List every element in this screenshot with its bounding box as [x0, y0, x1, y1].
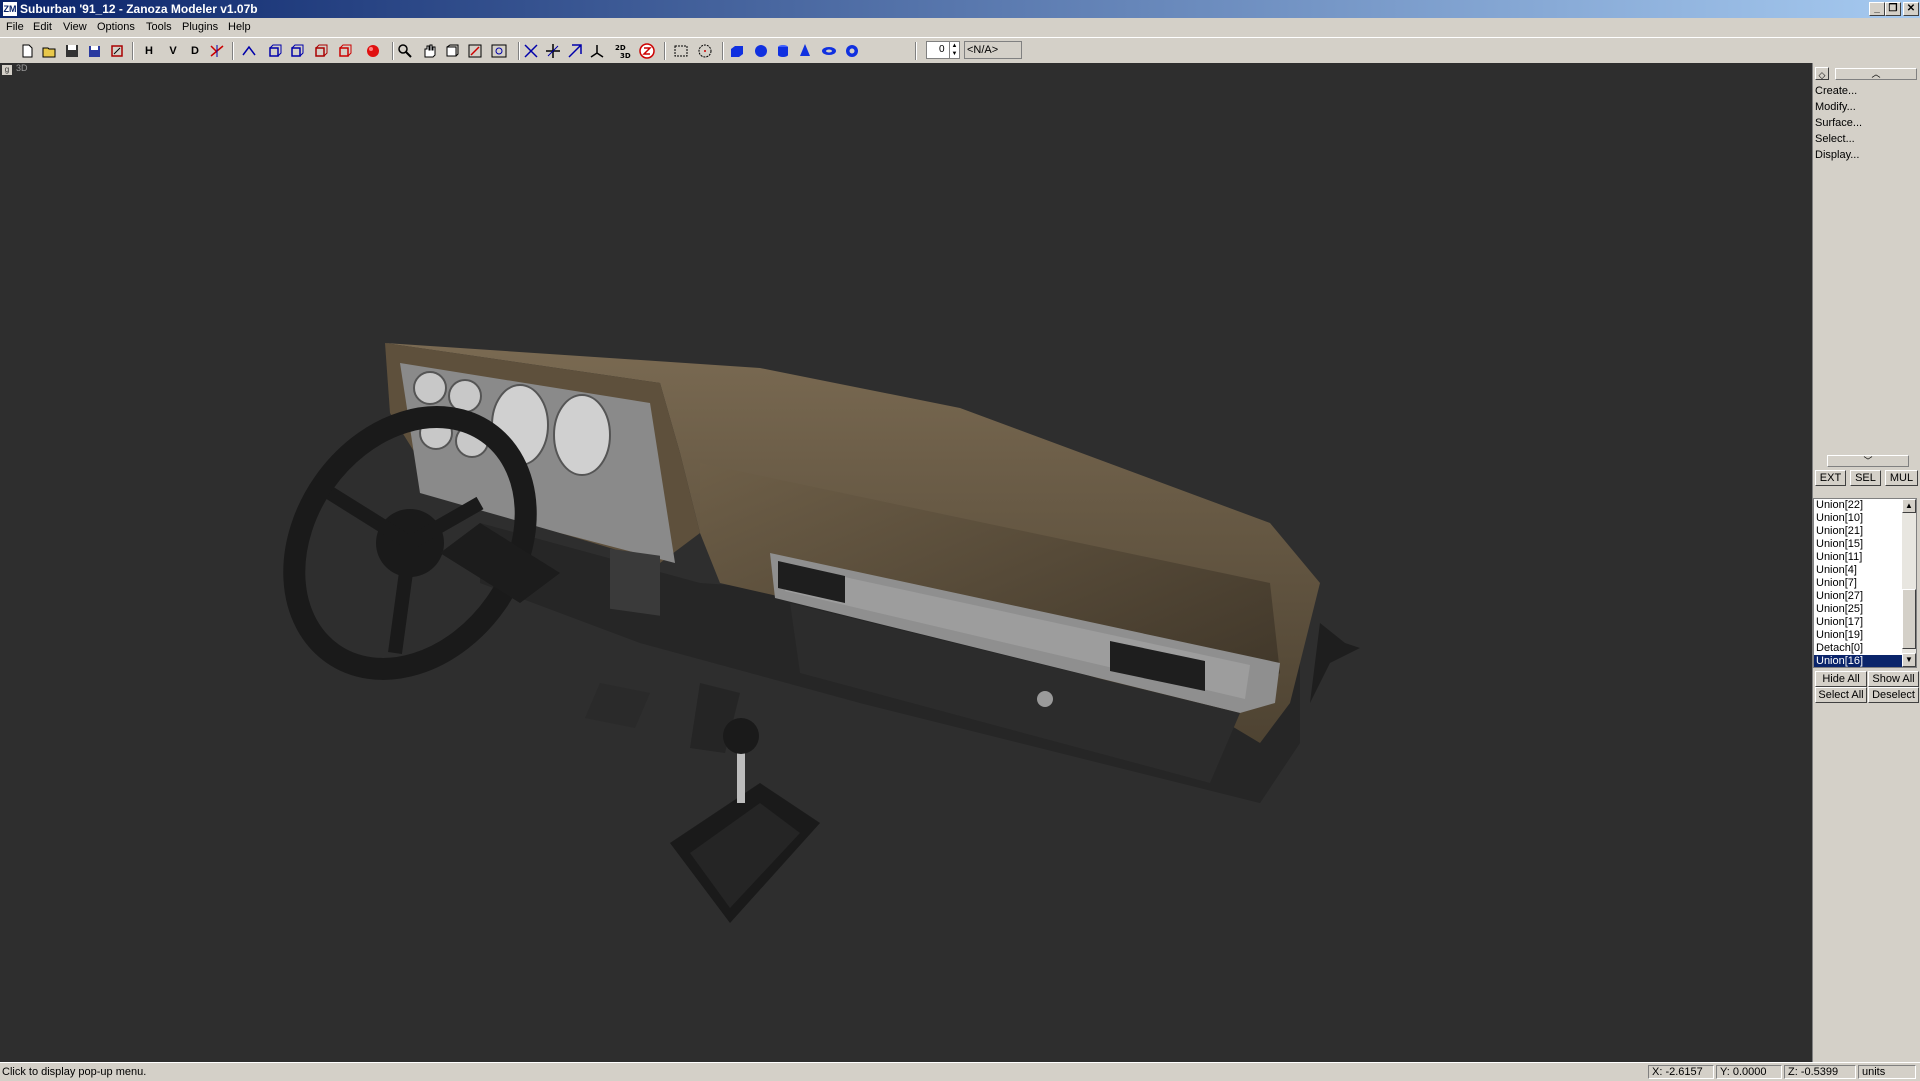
cube-side-icon[interactable]	[288, 42, 306, 60]
create-cylinder-icon[interactable]	[774, 42, 792, 60]
coord-z: Z: -0.5399	[1784, 1065, 1856, 1079]
status-message: Click to display pop-up menu.	[2, 1066, 147, 1078]
scroll-thumb[interactable]	[1902, 589, 1916, 649]
collapse-down-icon[interactable]: ﹀	[1827, 455, 1909, 467]
object-name-field[interactable]: <N/A>	[964, 41, 1022, 59]
save-as-icon[interactable]	[86, 42, 104, 60]
list-item-selected[interactable]: Union[16]	[1814, 655, 1902, 667]
dashboard-model	[283, 343, 1360, 923]
menu-bar: File Edit View Options Tools Plugins Hel…	[0, 19, 1920, 37]
select-circle-icon[interactable]	[696, 42, 714, 60]
restore-button[interactable]: ❐	[1885, 2, 1901, 16]
title-bar: ZM Suburban '91_12 - Zanoza Modeler v1.0…	[0, 0, 1920, 18]
cube-front-icon[interactable]	[266, 42, 284, 60]
show-all-button[interactable]: Show All	[1868, 671, 1919, 687]
save-icon[interactable]	[63, 42, 81, 60]
minimize-button[interactable]: _	[1869, 2, 1885, 16]
zoom-icon[interactable]	[396, 42, 414, 60]
cube-top-icon[interactable]	[312, 42, 330, 60]
create-cone-icon[interactable]	[796, 42, 814, 60]
toolbar: H V D 2D 3D	[0, 37, 1920, 65]
menu-edit[interactable]: Edit	[33, 21, 52, 33]
close-button[interactable]: ✕	[1903, 2, 1919, 16]
select-rect-icon[interactable]	[672, 42, 690, 60]
deselect-button[interactable]: Deselect	[1868, 687, 1919, 703]
list-item[interactable]: Union[25]	[1814, 603, 1902, 616]
app-icon: ZM	[3, 2, 17, 16]
scroll-up-icon[interactable]: ▲	[1902, 499, 1916, 513]
create-sphere-icon[interactable]	[752, 42, 770, 60]
3d-viewport[interactable]: g 3D	[0, 63, 1812, 1062]
zoom-extents-icon[interactable]	[466, 42, 484, 60]
list-item[interactable]: Union[19]	[1814, 629, 1902, 642]
menu-file[interactable]: File	[6, 21, 24, 33]
gear-shifter	[670, 718, 820, 923]
create-tube-icon[interactable]	[843, 42, 861, 60]
scroll-down-icon[interactable]: ▼	[1902, 653, 1916, 667]
rotate-view-icon[interactable]	[443, 42, 461, 60]
axis-lock-icon[interactable]	[208, 42, 226, 60]
menu-plugins[interactable]: Plugins	[182, 21, 218, 33]
coord-y: Y: 0.0000	[1716, 1065, 1782, 1079]
list-item[interactable]: Union[4]	[1814, 564, 1902, 577]
select-menu[interactable]: Select...	[1815, 133, 1855, 145]
mul-mode-button[interactable]: MUL	[1885, 470, 1918, 486]
pan-hand-icon[interactable]	[420, 42, 438, 60]
horizontal-mode-button[interactable]: H	[140, 42, 158, 60]
new-file-icon[interactable]	[18, 42, 36, 60]
spin-up-icon[interactable]: ▲	[949, 42, 959, 50]
viewport-label: 3D	[16, 63, 28, 73]
scale-axes-icon[interactable]	[588, 42, 606, 60]
menu-view[interactable]: View	[63, 21, 87, 33]
hide-all-button[interactable]: Hide All	[1815, 671, 1867, 687]
rotate-axes-icon[interactable]	[566, 42, 584, 60]
window-title: Suburban '91_12 - Zanoza Modeler v1.07b	[20, 2, 258, 16]
create-torus-icon[interactable]	[820, 42, 838, 60]
list-item[interactable]: Union[7]	[1814, 577, 1902, 590]
create-menu[interactable]: Create...	[1815, 85, 1857, 97]
display-menu[interactable]: Display...	[1815, 149, 1859, 161]
ext-mode-button[interactable]: EXT	[1815, 470, 1846, 486]
open-folder-icon[interactable]	[40, 42, 58, 60]
menu-tools[interactable]: Tools	[146, 21, 172, 33]
spin-down-icon[interactable]: ▼	[949, 50, 959, 58]
depth-mode-button[interactable]: D	[186, 42, 204, 60]
list-item[interactable]: Union[21]	[1814, 525, 1902, 538]
frame-spinner[interactable]: 0 ▲ ▼	[926, 41, 960, 59]
menu-help[interactable]: Help	[228, 21, 251, 33]
list-scrollbar[interactable]: ▲ ▼	[1902, 499, 1916, 667]
list-item[interactable]: Union[10]	[1814, 512, 1902, 525]
2d-3d-toggle-icon[interactable]: 2D 3D	[614, 42, 632, 60]
list-item[interactable]: Union[27]	[1814, 590, 1902, 603]
viewport-menu-icon[interactable]: g	[2, 65, 12, 75]
move-axes-icon[interactable]	[522, 42, 540, 60]
units-field: units	[1858, 1065, 1916, 1079]
select-all-button[interactable]: Select All	[1815, 687, 1867, 703]
sel-mode-button[interactable]: SEL	[1850, 470, 1881, 486]
render-sphere-icon[interactable]	[364, 42, 382, 60]
create-box-icon[interactable]	[728, 42, 746, 60]
panel-toggle-icon[interactable]: ◇	[1815, 67, 1829, 80]
svg-text:2D: 2D	[615, 44, 626, 52]
transform-icon[interactable]	[240, 42, 258, 60]
surface-menu[interactable]: Surface...	[1815, 117, 1862, 129]
object-list[interactable]: Union[22] Union[10] Union[21] Union[15] …	[1813, 498, 1917, 668]
vertical-mode-button[interactable]: V	[164, 42, 182, 60]
collapse-up-icon[interactable]: ︿	[1835, 68, 1917, 80]
zanoza-logo-icon[interactable]	[638, 42, 656, 60]
list-item[interactable]: Union[15]	[1814, 538, 1902, 551]
status-bar: Click to display pop-up menu. X: -2.6157…	[0, 1062, 1920, 1081]
svg-text:3D: 3D	[620, 52, 631, 60]
zoom-all-icon[interactable]	[490, 42, 508, 60]
modify-menu[interactable]: Modify...	[1815, 101, 1856, 113]
menu-options[interactable]: Options	[97, 21, 135, 33]
cube-perspective-icon[interactable]	[336, 42, 354, 60]
list-item[interactable]: Union[17]	[1814, 616, 1902, 629]
list-item[interactable]: Union[11]	[1814, 551, 1902, 564]
move-xy-icon[interactable]	[544, 42, 562, 60]
export-icon[interactable]	[108, 42, 126, 60]
list-item[interactable]: Detach[0]	[1814, 642, 1902, 655]
list-item[interactable]: Union[22]	[1814, 499, 1902, 512]
coord-x: X: -2.6157	[1648, 1065, 1714, 1079]
